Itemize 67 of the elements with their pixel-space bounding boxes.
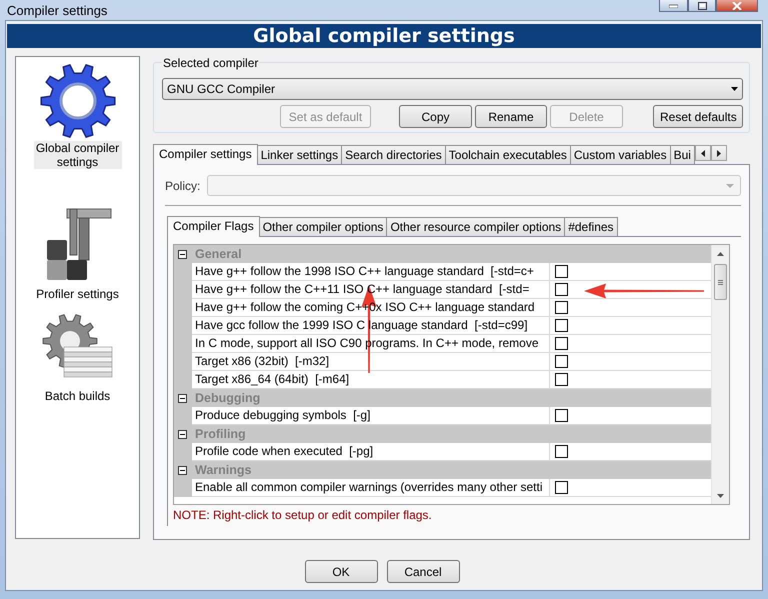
minimize-button[interactable]	[659, 0, 688, 12]
checkbox[interactable]	[555, 265, 568, 278]
checkbox[interactable]	[555, 481, 568, 494]
caret-icon	[726, 184, 734, 188]
category-label: Warnings	[195, 463, 252, 477]
down-arrow-icon	[717, 494, 724, 498]
toolbar-button[interactable]: Copy	[399, 105, 472, 128]
note-text: NOTE: Right-click to setup or edit compiler flags.	[173, 508, 432, 522]
maximize-button[interactable]	[688, 0, 716, 12]
checkbox[interactable]	[555, 373, 568, 386]
checkbox[interactable]	[555, 337, 568, 350]
close-icon	[732, 2, 742, 10]
collapse-icon[interactable]	[178, 250, 187, 258]
checkbox[interactable]	[555, 301, 568, 314]
policy-label: Policy:	[165, 178, 200, 192]
right-arrow-icon	[716, 150, 721, 156]
tab[interactable]: Bui	[670, 145, 695, 164]
checkbox[interactable]	[555, 355, 568, 368]
tab[interactable]: Compiler settings	[153, 144, 258, 165]
scrollbar[interactable]	[711, 245, 729, 504]
left-arrow-icon	[700, 150, 705, 156]
tab[interactable]: Custom variables	[570, 145, 671, 164]
checkbox[interactable]	[555, 445, 568, 458]
flag-label: Target x86_64 (64bit) [-m64]	[192, 371, 550, 389]
collapse-icon[interactable]	[178, 430, 187, 438]
dialog-header: Global compiler settings	[7, 24, 761, 48]
caret-icon	[731, 87, 738, 91]
sidebar-item[interactable]: Batch builds	[42, 389, 112, 403]
group-label: Selected compiler	[162, 56, 260, 70]
sidebar-item[interactable]: Global compiler settings	[34, 141, 122, 169]
checkbox[interactable]	[555, 319, 568, 332]
category-label: General	[195, 247, 242, 261]
compiler-dropdown[interactable]: GNU GCC Compiler	[162, 78, 743, 100]
scroll-right-button[interactable]	[710, 145, 727, 161]
flag-label: Target x86 (32bit) [-m32]	[192, 353, 550, 371]
dialog-button[interactable]: OK	[304, 560, 378, 583]
minimize-icon	[669, 4, 678, 8]
close-button[interactable]	[716, 0, 758, 12]
gear-icon	[40, 64, 116, 138]
maximize-icon	[698, 2, 706, 10]
flag-label: Profile code when executed [-pg]	[192, 443, 550, 461]
tab[interactable]: Compiler Flags	[167, 216, 260, 237]
toolbar-button[interactable]: Rename	[475, 105, 547, 128]
sidebar-item[interactable]: Profiler settings	[34, 287, 121, 301]
scroll-left-button[interactable]	[694, 145, 711, 161]
window-title: Compiler settings	[7, 3, 108, 18]
collapse-icon[interactable]	[178, 466, 187, 474]
flag-label: Have g++ follow the 1998 ISO C++ language standard [-std=c+	[192, 263, 550, 281]
dialog-button[interactable]: Cancel	[386, 560, 460, 583]
tab[interactable]: Other resource compiler options	[386, 217, 566, 236]
grip-icon	[718, 280, 723, 284]
tab[interactable]: Toolchain executables	[444, 145, 571, 164]
caliper-icon	[47, 208, 112, 280]
tab[interactable]: Other compiler options	[258, 217, 388, 236]
tab[interactable]: #defines	[564, 217, 618, 236]
gear-stack-icon	[42, 314, 112, 378]
tab[interactable]: Linker settings	[256, 145, 342, 164]
category-label: Profiling	[195, 427, 246, 441]
checkbox[interactable]	[555, 409, 568, 422]
tab[interactable]: Search directories	[341, 145, 446, 164]
up-arrow-icon	[717, 252, 724, 256]
collapse-icon[interactable]	[178, 394, 187, 402]
flag-label: Produce debugging symbols [-g]	[192, 407, 550, 425]
flag-label: Enable all common compiler warnings (overrides many other setti	[192, 479, 550, 497]
category-label: Debugging	[195, 391, 260, 405]
toolbar-button[interactable]: Reset defaults	[653, 105, 743, 128]
checkbox[interactable]	[555, 283, 568, 296]
